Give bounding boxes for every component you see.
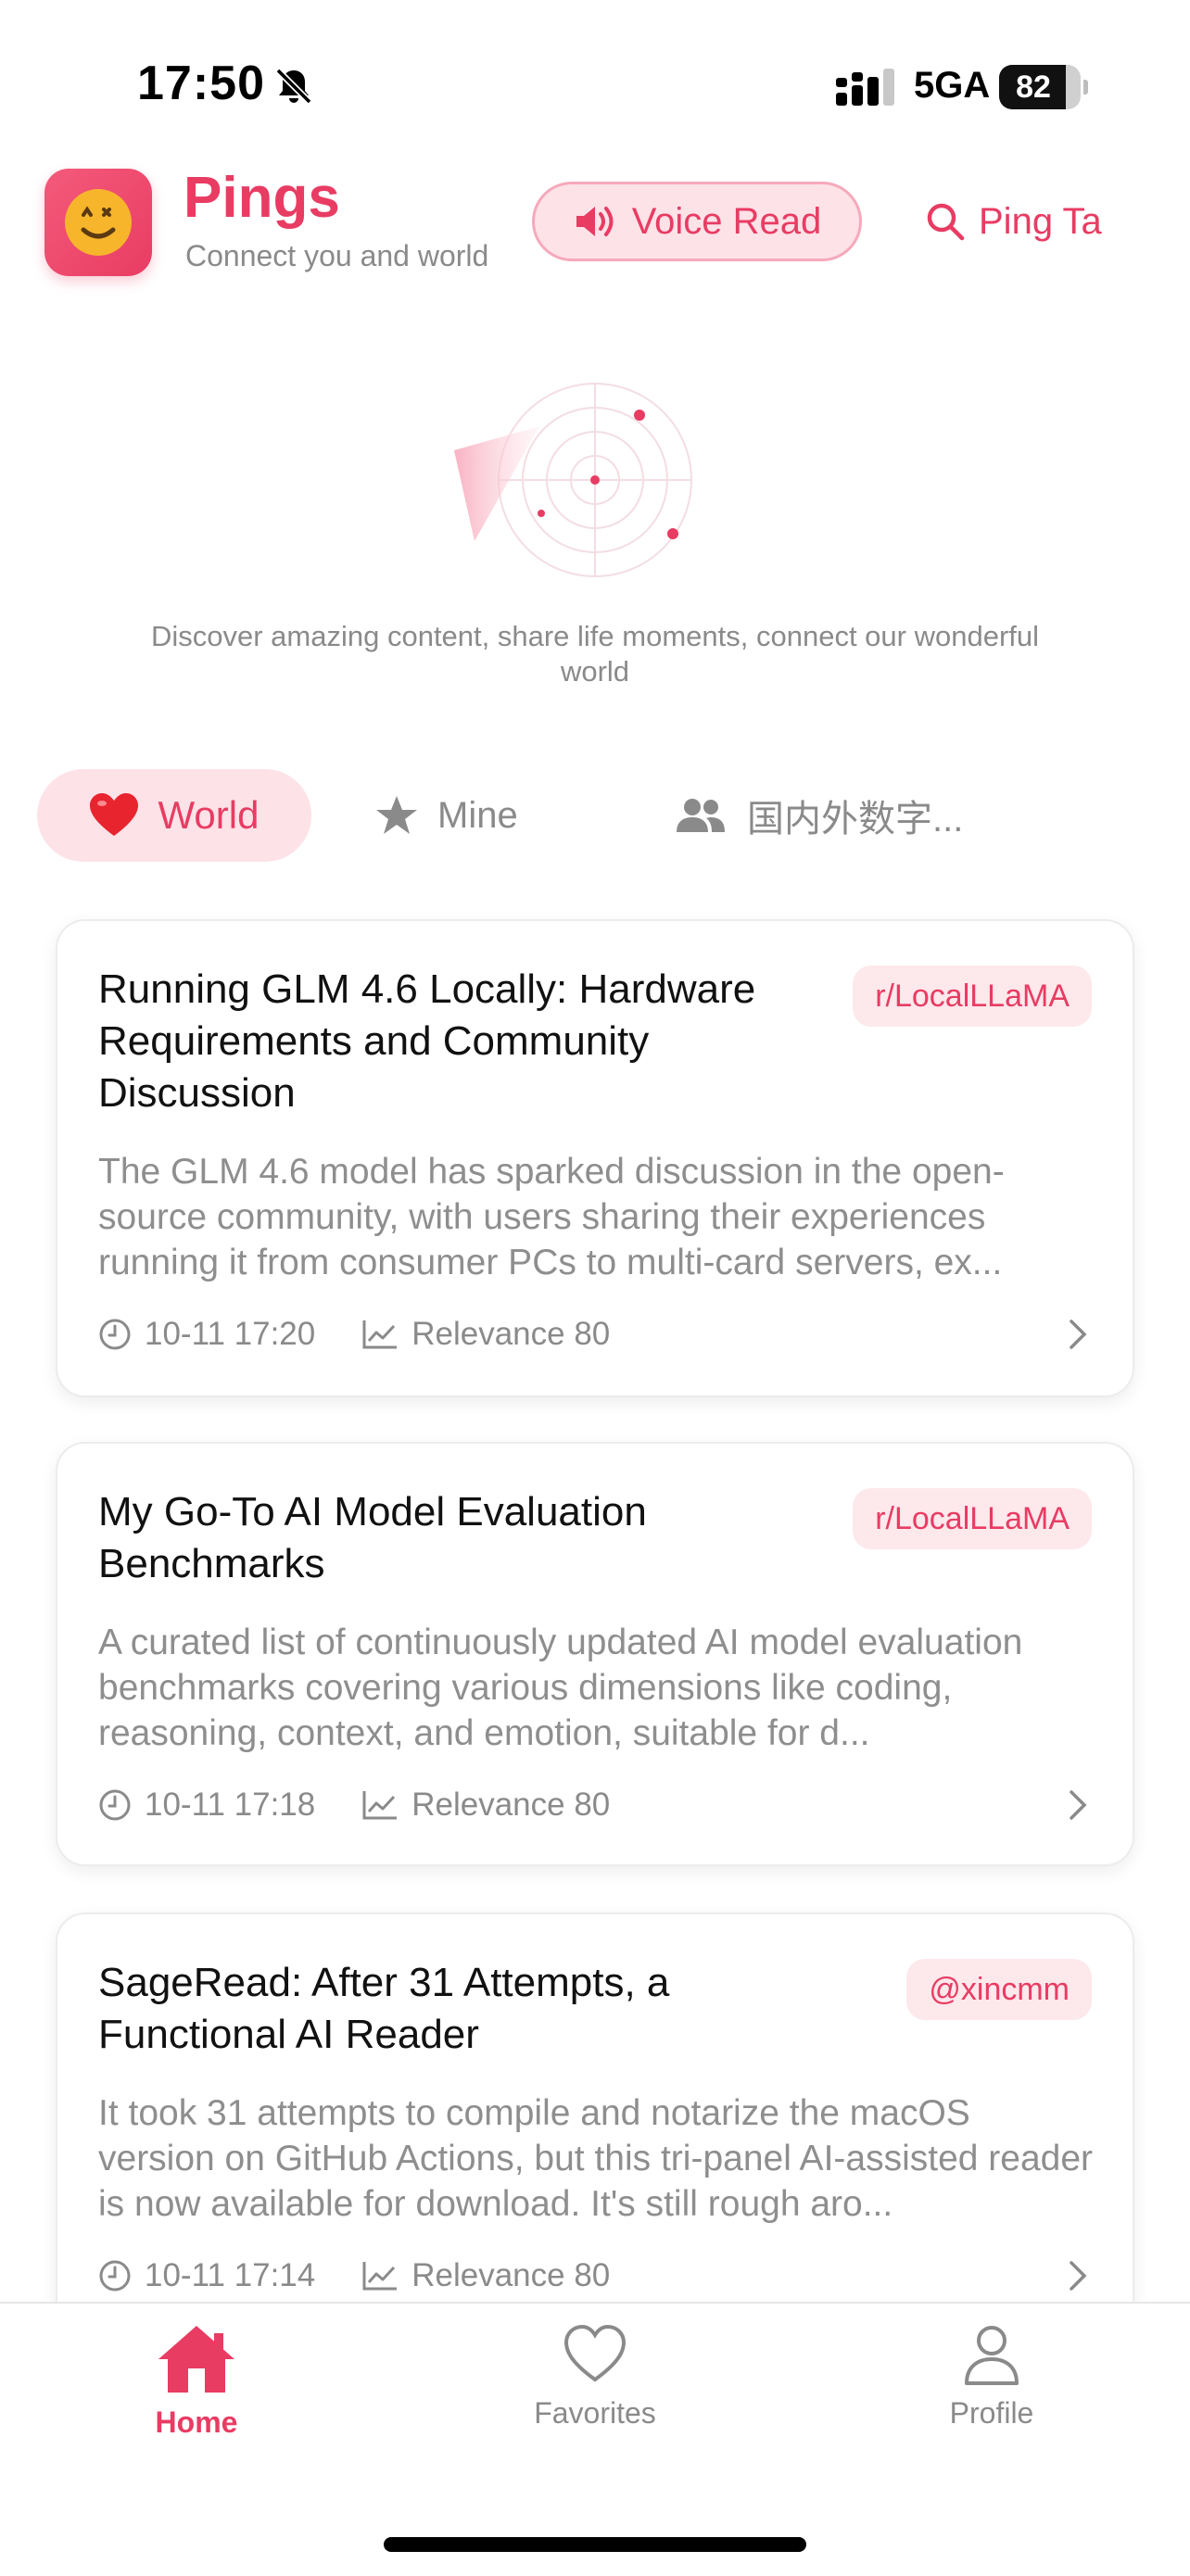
voice-read-label: Voice Read — [631, 200, 822, 242]
card-time: 10-11 17:14 — [98, 2257, 315, 2294]
tab-group[interactable]: 国内外数字... — [675, 769, 1045, 862]
card-relevance: Relevance 80 — [361, 1316, 610, 1353]
card-time-text: 10-11 17:14 — [145, 2257, 316, 2293]
news-card[interactable]: Running GLM 4.6 Locally: Hardware Requir… — [56, 919, 1134, 1397]
card-time-text: 10-11 17:18 — [145, 1787, 316, 1823]
status-bar: 17:50 5GA 82 — [0, 0, 1190, 158]
nav-profile[interactable]: Profile — [880, 2322, 1103, 2461]
card-summary: The GLM 4.6 model has sparked discussion… — [98, 1152, 1005, 1282]
chart-line-icon — [362, 1791, 398, 1820]
card-summary: A curated list of continuously updated A… — [98, 1623, 1023, 1753]
nav-home[interactable]: Home — [85, 2322, 308, 2461]
nav-favorites[interactable]: Favorites — [484, 2322, 706, 2461]
bottom-nav: Home Favorites Profile — [0, 2302, 1190, 2576]
card-title: SageRead: After 31 Attempts, a Functiona… — [98, 1960, 670, 2057]
tab-mine[interactable]: Mine — [374, 769, 560, 862]
network-label: 5GA — [914, 65, 991, 106]
nav-favorites-label: Favorites — [534, 2396, 656, 2430]
card-source-tag[interactable]: r/LocalLLaMA — [853, 966, 1092, 1027]
signal-icon — [836, 69, 894, 106]
chart-line-icon — [362, 2262, 398, 2291]
tab-world[interactable]: World — [37, 769, 311, 862]
clock-icon — [99, 2260, 131, 2292]
card-meta: 10-11 17:20 Relevance 80 — [98, 1312, 610, 1357]
card-relevance-text: Relevance 80 — [411, 1787, 611, 1823]
card-time: 10-11 17:20 — [98, 1316, 315, 1353]
card-source-tag[interactable]: @xincmm — [906, 1959, 1092, 2020]
person-icon — [965, 2326, 1019, 2385]
group-icon — [677, 799, 725, 832]
card-meta: 10-11 17:14 Relevance 80 — [98, 2254, 610, 2298]
news-card[interactable]: My Go-To AI Model Evaluation Benchmarks … — [56, 1442, 1134, 1866]
card-summary: It took 31 attempts to compile and notar… — [98, 2093, 1094, 2224]
card-time: 10-11 17:18 — [98, 1787, 315, 1824]
news-card[interactable]: SageRead: After 31 Attempts, a Functiona… — [56, 1913, 1134, 2339]
voice-read-button[interactable]: Voice Read — [532, 182, 862, 261]
battery-percent: 82 — [1016, 69, 1051, 105]
chart-line-icon — [362, 1320, 398, 1349]
card-meta: 10-11 17:18 Relevance 80 — [98, 1783, 610, 1827]
heart-icon — [89, 793, 138, 836]
app-tagline: Connect you and world — [185, 239, 489, 272]
search-icon — [927, 203, 965, 241]
discover-text: Discover amazing content, share life mom… — [150, 620, 1040, 688]
clock-icon — [99, 1319, 131, 1350]
smiley-wink-icon — [65, 189, 132, 256]
speaker-icon — [576, 207, 614, 236]
card-relevance-text: Relevance 80 — [411, 1316, 611, 1352]
app-name: Pings — [184, 166, 340, 230]
tab-group-label: 国内外数字... — [747, 799, 964, 840]
battery-indicator: 82 — [999, 65, 1088, 109]
card-relevance: Relevance 80 — [361, 1787, 610, 1824]
home-icon — [158, 2326, 234, 2393]
home-indicator — [384, 2537, 806, 2552]
heart-outline-icon — [563, 2324, 627, 2382]
card-time-text: 10-11 17:20 — [145, 1316, 316, 1352]
bell-mute-icon — [275, 68, 312, 105]
clock-icon — [99, 1789, 131, 1821]
card-title: My Go-To AI Model Evaluation Benchmarks — [98, 1489, 647, 1586]
chevron-right-icon — [1070, 1320, 1087, 1349]
card-source-tag[interactable]: r/LocalLLaMA — [853, 1488, 1092, 1549]
ping-ta-label: Ping Ta — [979, 200, 1102, 242]
card-relevance: Relevance 80 — [361, 2257, 610, 2294]
star-icon — [376, 796, 417, 834]
chevron-right-icon — [1070, 1790, 1087, 1820]
chevron-right-icon — [1070, 2261, 1087, 2291]
card-relevance-text: Relevance 80 — [411, 2257, 611, 2293]
status-time: 17:50 — [137, 57, 265, 110]
app-logo — [44, 169, 152, 276]
radar-illustration — [454, 383, 692, 577]
tab-mine-label: Mine — [437, 794, 518, 836]
nav-home-label: Home — [155, 2406, 238, 2439]
nav-profile-label: Profile — [949, 2396, 1034, 2430]
tab-world-label: World — [158, 793, 260, 837]
ping-ta-button[interactable]: Ping Ta — [925, 182, 1147, 261]
card-title: Running GLM 4.6 Locally: Hardware Requir… — [98, 966, 756, 1116]
